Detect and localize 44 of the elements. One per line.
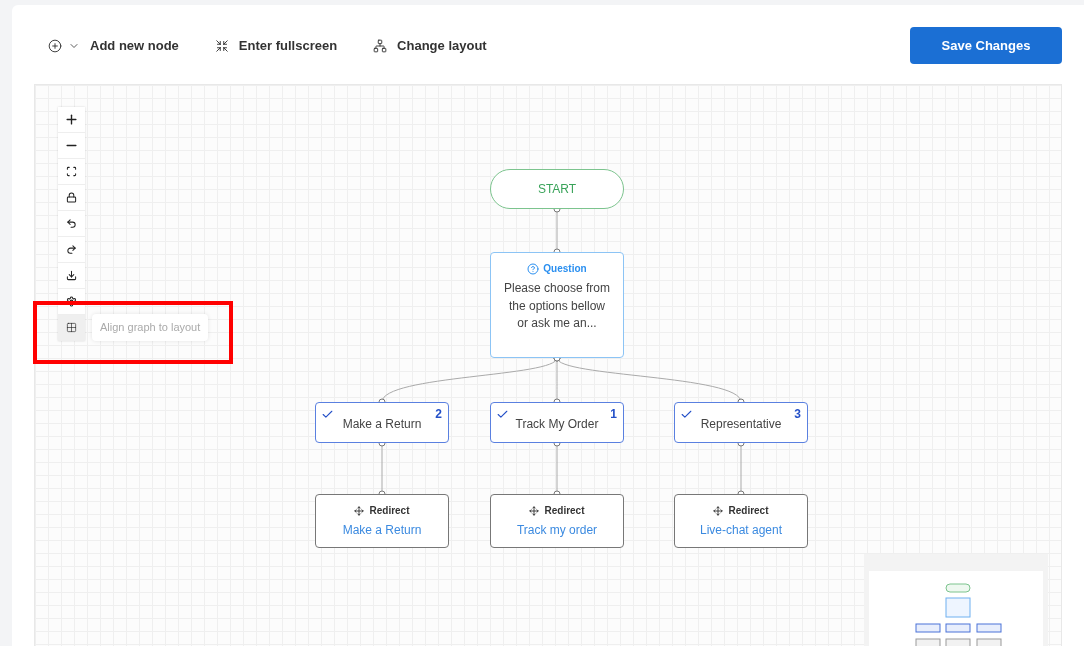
move-icon — [354, 505, 365, 516]
canvas-control-button[interactable] — [58, 263, 85, 289]
lock-icon — [66, 192, 77, 203]
shrink-icon — [214, 38, 229, 53]
question-node[interactable]: Question Please choose from the options bellow or ask me an... — [490, 252, 624, 358]
help-icon — [527, 262, 540, 275]
fit-view-icon — [66, 166, 77, 177]
redirect-node[interactable]: Redirect Live-chat agent — [674, 494, 808, 548]
redirect-node[interactable]: Redirect Make a Return — [315, 494, 449, 548]
settings-icon — [66, 296, 77, 307]
redirect-target: Make a Return — [342, 522, 422, 539]
move-icon — [713, 505, 724, 516]
toolbar-button[interactable]: Add new node — [48, 35, 179, 56]
node-type: Redirect — [369, 504, 410, 518]
question-text: Please choose from the options bellow or ask me an... — [503, 280, 611, 332]
save-button[interactable]: Save Changes — [910, 27, 1062, 64]
canvas-control-button[interactable] — [58, 185, 85, 211]
option-node[interactable]: Make a Return 2 — [315, 402, 449, 443]
node-type: Question — [543, 262, 587, 276]
redirect-target: Live-chat agent — [699, 522, 783, 539]
redirect-target: Track my order — [516, 522, 598, 539]
move-icon — [529, 505, 540, 516]
zoom-in-icon — [64, 112, 79, 127]
canvas-control-button[interactable] — [58, 107, 85, 133]
option-number: 3 — [794, 406, 801, 423]
toolbar-button[interactable]: Change layout — [373, 35, 487, 56]
redo-icon — [66, 244, 77, 255]
option-label: Track My Order — [515, 415, 599, 433]
redirect-node[interactable]: Redirect Track my order — [490, 494, 624, 548]
option-number: 2 — [435, 406, 442, 423]
network-icon — [373, 38, 388, 53]
grid-icon — [66, 322, 77, 333]
tooltip: Align graph to layout — [92, 314, 209, 341]
option-node[interactable]: Representative 3 — [674, 402, 808, 443]
undo-icon — [66, 218, 77, 229]
option-node[interactable]: Track My Order 1 — [490, 402, 624, 443]
toolbar-button[interactable]: Enter fullscreen — [214, 35, 338, 56]
option-label: Representative — [700, 415, 782, 433]
node-type: Redirect — [544, 504, 585, 518]
option-number: 1 — [610, 406, 617, 423]
download-icon — [66, 270, 77, 281]
add-icon — [48, 38, 62, 53]
option-label: Make a Return — [342, 415, 422, 433]
node-type: Redirect — [728, 504, 769, 518]
